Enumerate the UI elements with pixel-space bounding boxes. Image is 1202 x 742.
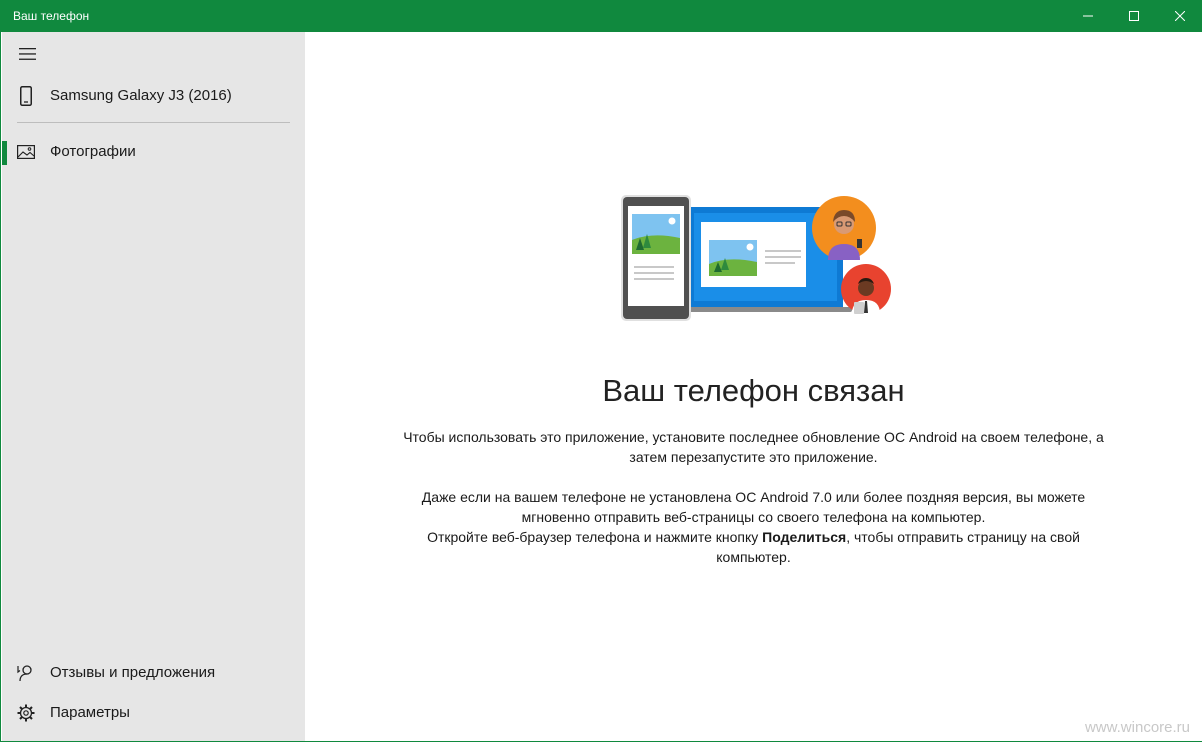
hamburger-menu-button[interactable] [17,45,37,63]
share-instruction-text: Откройте веб-браузер телефона и нажмите … [395,527,1112,567]
info-text: Даже если на вашем телефоне не установле… [421,489,1086,525]
selection-indicator [2,141,7,165]
minimize-button[interactable] [1065,0,1111,32]
sidebar-item-label: Отзывы и предложения [50,664,216,681]
phone-icon [16,86,36,106]
sidebar-item-settings[interactable]: Параметры [2,693,305,733]
sidebar-item-feedback[interactable]: Отзывы и предложения [2,653,305,693]
page-title: Ваш телефон связан [602,373,905,408]
sidebar-divider [17,122,290,123]
watermark: www.wincore.ru [1084,719,1190,736]
sidebar-item-photos[interactable]: Фотографии [2,132,305,172]
sidebar-item-device[interactable]: Samsung Galaxy J3 (2016) [2,76,305,116]
app-window: Ваш телефон Samsung Galaxy J3 (2016) Фот… [0,0,1202,742]
main-content: Ваш телефон связан Чтобы использовать эт… [305,32,1202,741]
share-instruction-part: Откройте веб-браузер телефона и нажмите … [427,529,763,545]
close-button[interactable] [1157,0,1202,32]
title-bar[interactable]: Ваш телефон [1,0,1202,32]
instruction-text: Чтобы использовать это приложение, устан… [403,429,1104,465]
feedback-icon [16,663,36,683]
photos-icon [16,142,36,162]
close-icon [1175,11,1185,21]
hamburger-icon [18,48,36,60]
minimize-icon [1083,15,1093,17]
sidebar-item-label: Параметры [50,704,130,721]
phone-pc-link-illustration [621,195,891,321]
share-button-name: Поделиться [762,529,847,545]
sidebar: Samsung Galaxy J3 (2016) Фотографии Отзы… [2,32,305,741]
sidebar-item-label: Фотографии [50,143,136,160]
window-title: Ваш телефон [13,9,90,23]
maximize-button[interactable] [1111,0,1157,32]
gear-icon [16,703,36,723]
maximize-icon [1129,11,1139,21]
device-name: Samsung Galaxy J3 (2016) [50,87,232,104]
